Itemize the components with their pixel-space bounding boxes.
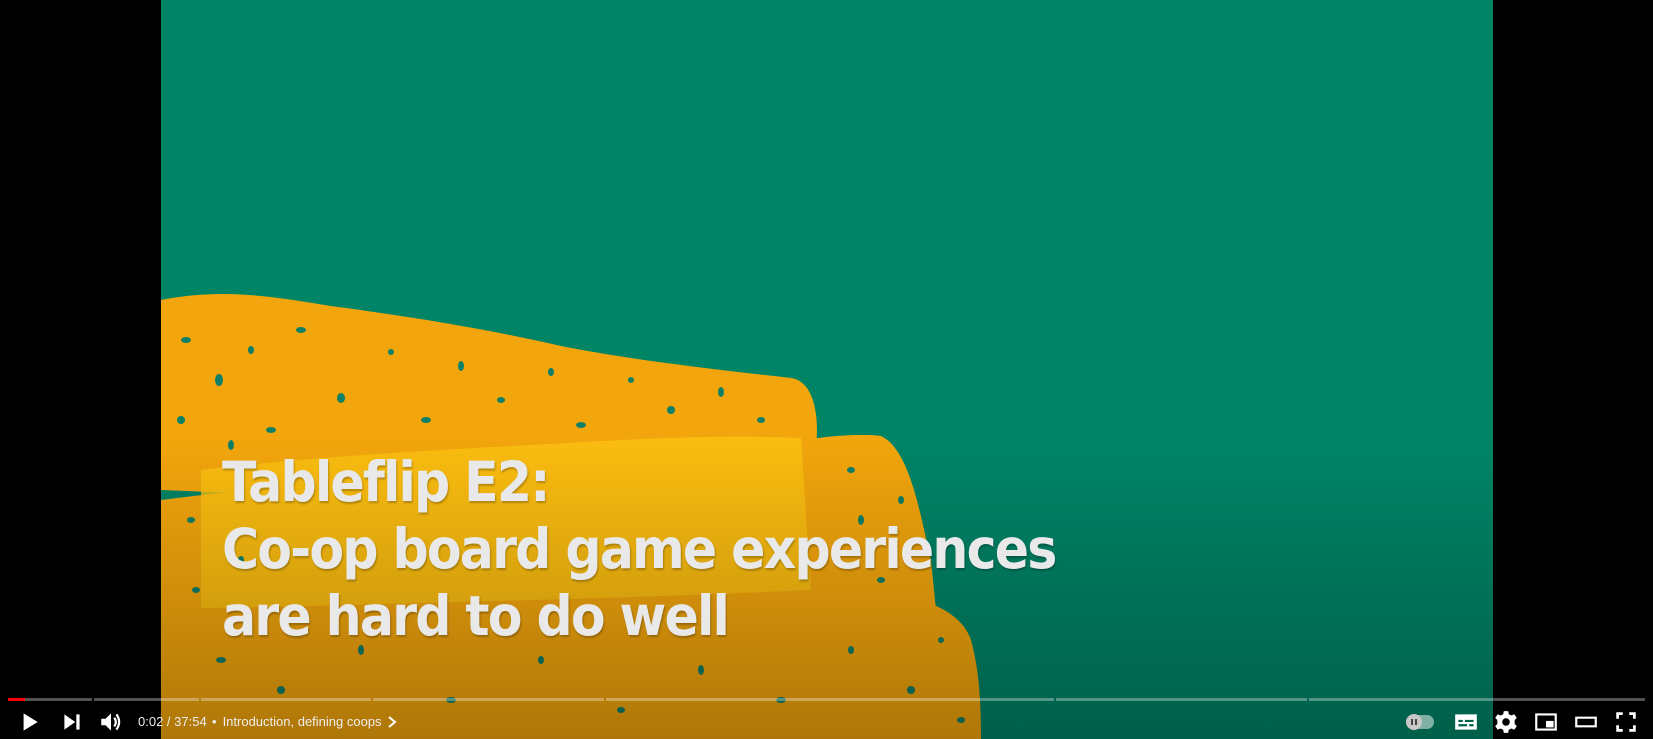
theater-mode-icon	[1575, 716, 1597, 728]
play-button[interactable]	[15, 708, 43, 736]
chapter-button[interactable]: • Introduction, defining coops	[212, 714, 398, 729]
fullscreen-button[interactable]	[1612, 708, 1640, 736]
theater-mode-button[interactable]	[1572, 708, 1600, 736]
time-display: 0:02 / 37:54	[138, 714, 207, 729]
miniplayer-icon	[1535, 713, 1557, 731]
autoplay-toggle[interactable]	[1406, 714, 1434, 730]
chapter-segment[interactable]	[1056, 698, 1307, 701]
player-controls: 0:02 / 37:54 • Introduction, defining coo…	[0, 705, 1653, 739]
title-line-2: Co-op board game experiences	[222, 517, 1057, 581]
chapter-segment[interactable]	[1309, 698, 1645, 701]
next-icon	[64, 714, 80, 730]
chapter-segment[interactable]	[606, 698, 1054, 701]
progress-played	[8, 698, 25, 701]
play-icon	[23, 713, 38, 731]
chapter-segment[interactable]	[94, 698, 199, 701]
chapter-title: Introduction, defining coops	[222, 714, 382, 729]
volume-icon	[101, 713, 121, 731]
chapter-segment[interactable]	[373, 698, 604, 701]
chapter-segment[interactable]	[201, 698, 371, 701]
mute-button[interactable]	[97, 708, 125, 736]
autoplay-toggle-icon	[1406, 714, 1422, 730]
settings-button[interactable]	[1492, 708, 1520, 736]
subtitles-button[interactable]	[1452, 708, 1480, 736]
chapter-separator: •	[212, 714, 217, 729]
fullscreen-icon	[1616, 712, 1636, 732]
next-button[interactable]	[58, 708, 86, 736]
miniplayer-button[interactable]	[1532, 708, 1560, 736]
video-player[interactable]: Tableflip E2: Co-op board game experienc…	[0, 0, 1653, 739]
progress-bar[interactable]	[8, 698, 1645, 701]
title-line-1: Tableflip E2:	[222, 450, 550, 514]
chevron-right-icon	[386, 715, 398, 729]
video-title-card: Tableflip E2: Co-op board game experienc…	[222, 449, 1057, 650]
subtitles-icon	[1455, 714, 1477, 730]
video-frame[interactable]: Tableflip E2: Co-op board game experienc…	[161, 0, 1493, 739]
title-line-3: are hard to do well	[222, 584, 730, 648]
gear-icon	[1495, 711, 1517, 733]
